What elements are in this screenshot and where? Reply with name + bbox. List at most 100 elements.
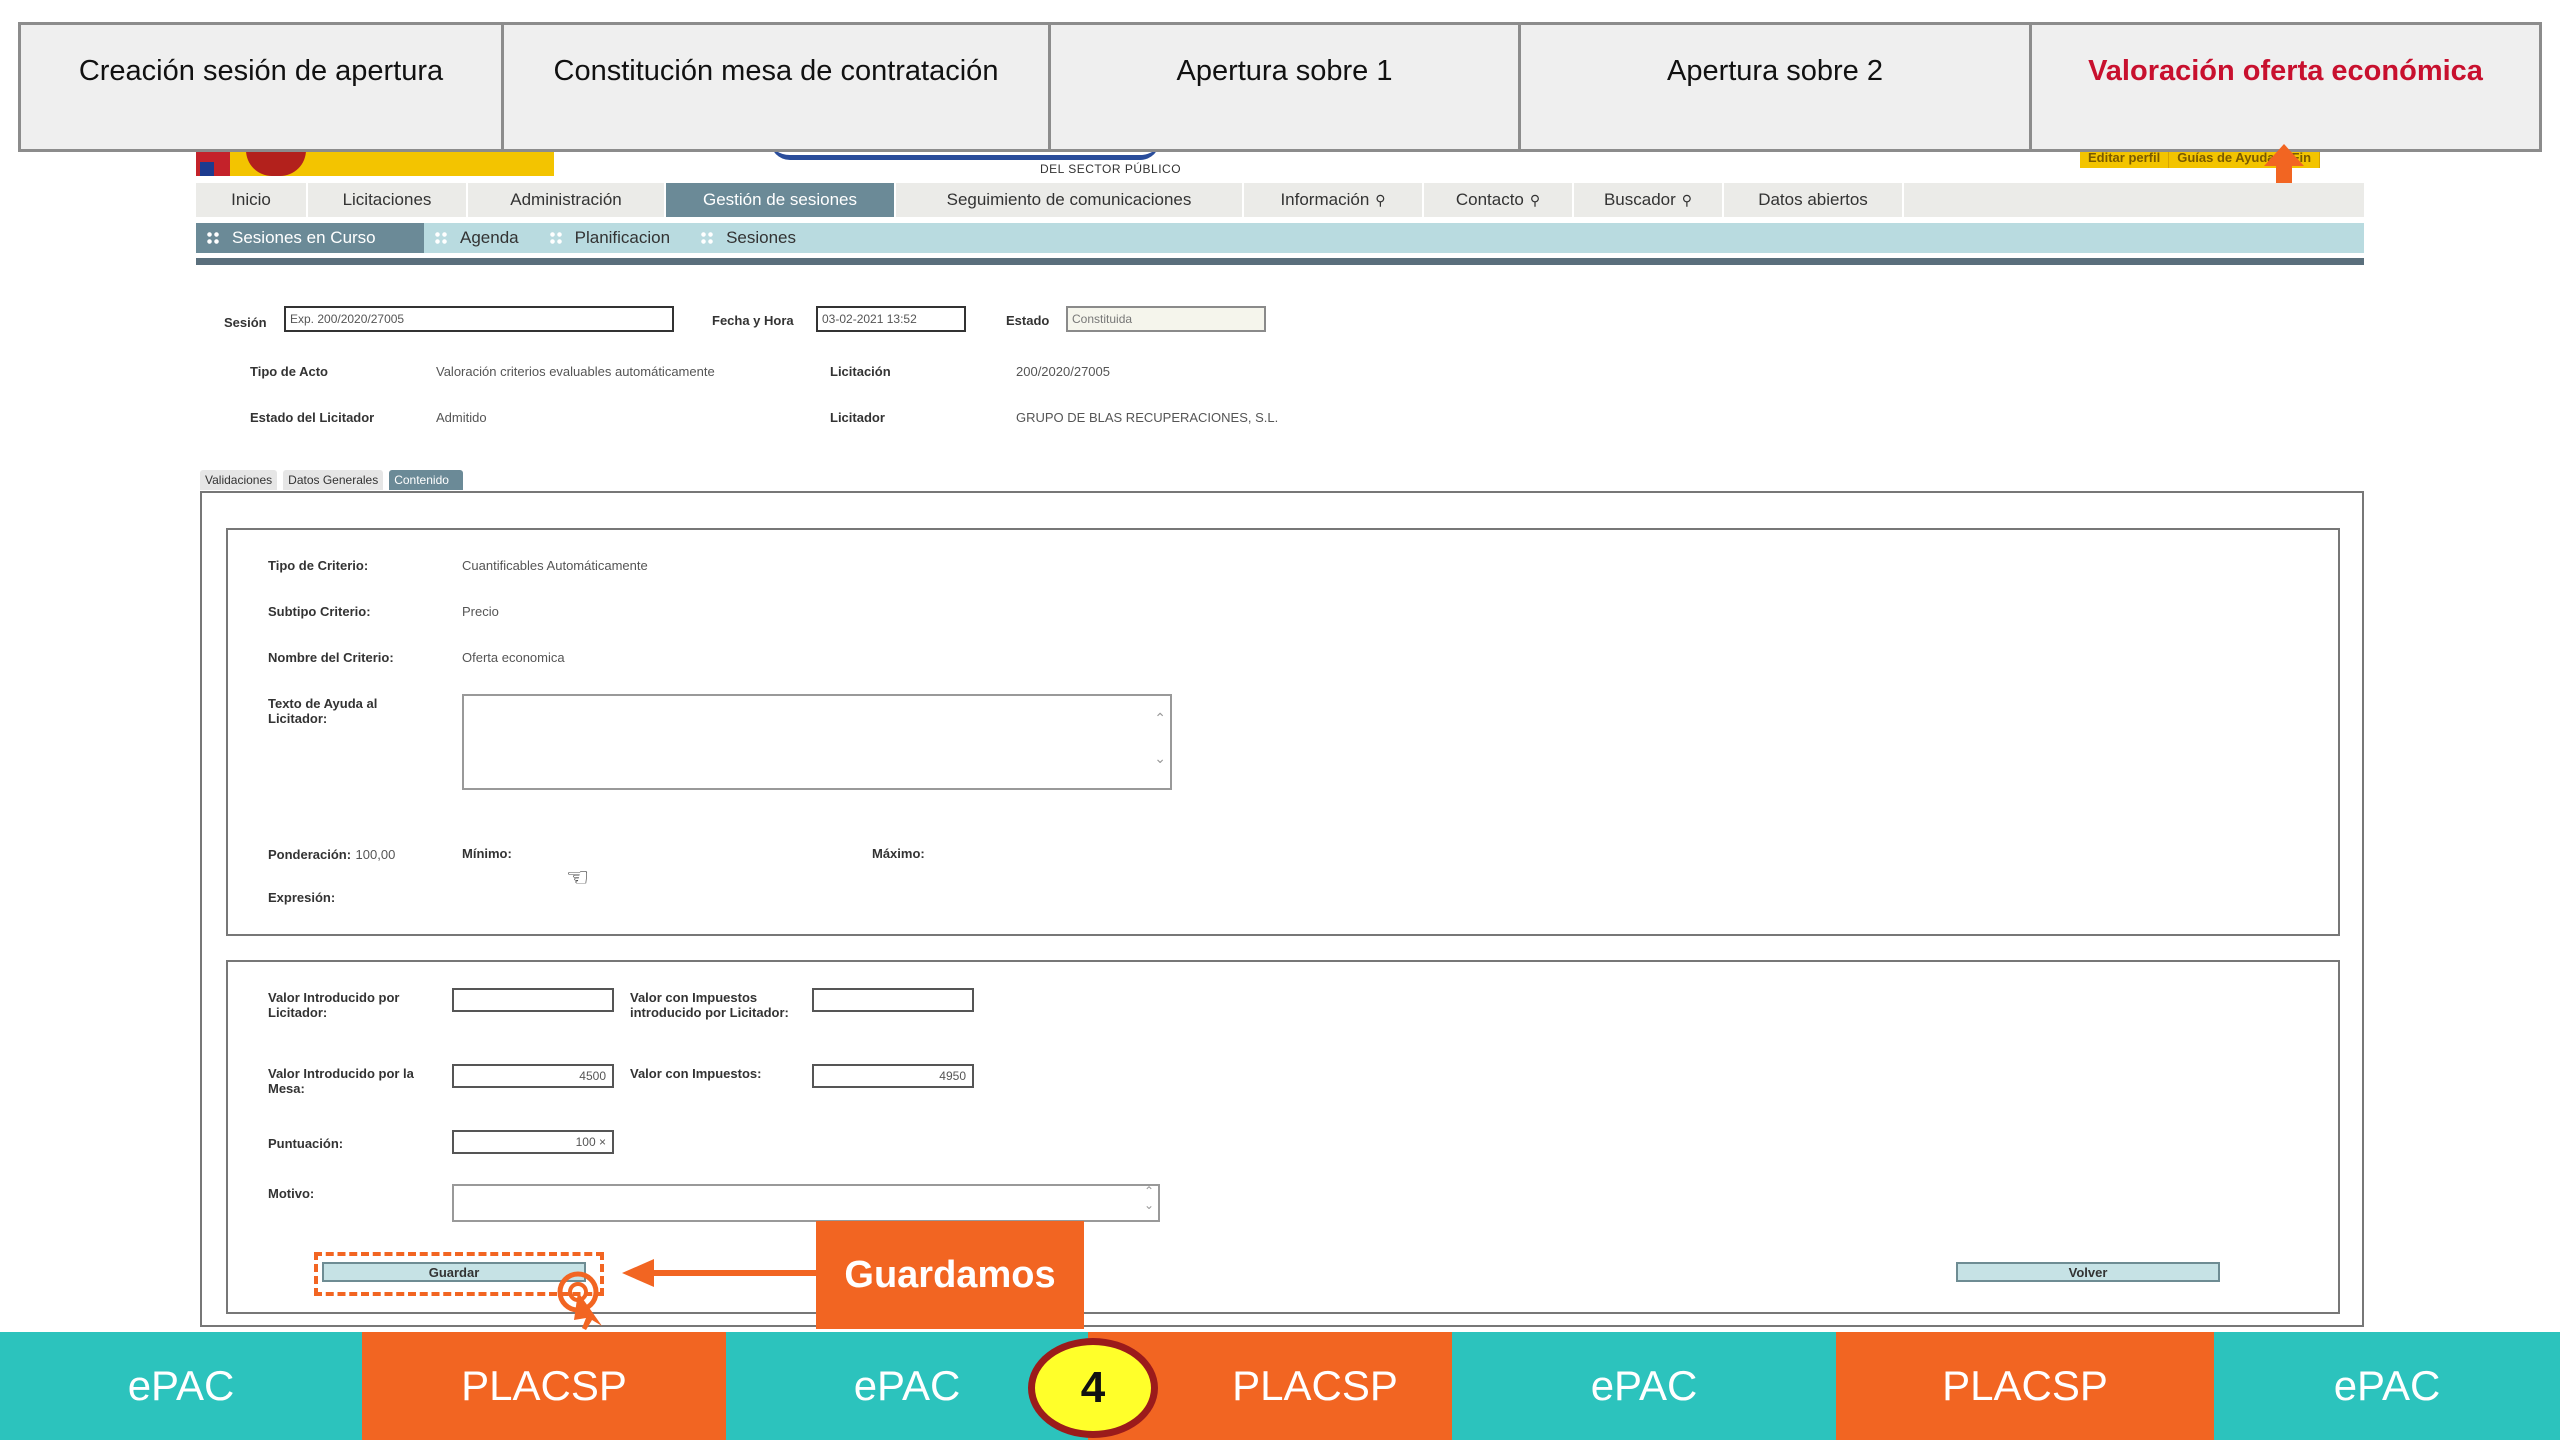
texto-ayuda-label: Texto de Ayuda al Licitador: xyxy=(268,696,378,726)
licitador-value: GRUPO DE BLAS RECUPERACIONES, S.L. xyxy=(1016,410,1279,425)
ponderacion-row: Ponderación: 100,00 xyxy=(268,846,395,864)
volver-button[interactable]: Volver xyxy=(1956,1262,2220,1282)
licitador-label: Licitador xyxy=(830,410,885,425)
sub-nav: Sesiones en Curso Agenda Planificacion S… xyxy=(196,223,2364,253)
scroll-up-icon[interactable]: ⌃ xyxy=(1154,710,1166,727)
subnav-agenda-label: Agenda xyxy=(460,228,519,247)
grip-icon xyxy=(206,231,220,245)
subnav-sesiones[interactable]: Sesiones xyxy=(690,223,816,253)
subnav-planificacion-label: Planificacion xyxy=(574,228,671,247)
expresion-label: Expresión: xyxy=(268,890,336,905)
step-constitucion-mesa: Constitución mesa de contratación xyxy=(504,25,1051,149)
valor-impuestos-licitador-field[interactable] xyxy=(812,988,974,1012)
licitacion-label: Licitación xyxy=(830,364,891,379)
nav-datos-abiertos[interactable]: Datos abiertos xyxy=(1724,183,1904,217)
slide: DEL SECTOR PÚBLICO Editar perfil Guías d… xyxy=(0,0,2560,1440)
step-number-badge: 4 xyxy=(1028,1338,1158,1438)
callout-guardamos: Guardamos xyxy=(816,1221,1084,1329)
valor-licitador-field[interactable] xyxy=(452,988,614,1012)
government-header-logo xyxy=(196,150,554,176)
valor-mesa-field[interactable]: 4500 xyxy=(452,1064,614,1088)
licitacion-value: 200/2020/27005 xyxy=(1016,364,1110,379)
valor-licitador-label: Valor Introducido por Licitador: xyxy=(268,990,400,1020)
motivo-textarea[interactable]: ⌃ ⌄ xyxy=(452,1184,1160,1222)
nav-inicio[interactable]: Inicio xyxy=(196,183,308,217)
nav-informacion-label: Información xyxy=(1280,190,1370,209)
main-nav: Inicio Licitaciones Administración Gesti… xyxy=(196,183,2364,217)
nav-contacto[interactable]: Contacto ⚲ xyxy=(1424,183,1574,217)
valor-impuestos-label: Valor con Impuestos: xyxy=(630,1066,762,1081)
tab-validaciones[interactable]: Validaciones xyxy=(200,470,278,490)
subnav-agenda[interactable]: Agenda xyxy=(424,223,539,253)
nav-seguimiento-comunicaciones[interactable]: Seguimiento de comunicaciones xyxy=(896,183,1244,217)
flow-epac: ePAC xyxy=(2214,1332,2560,1440)
flow-epac: ePAC xyxy=(1452,1332,1836,1440)
grip-icon xyxy=(548,231,563,245)
subnav-divider xyxy=(196,258,2364,265)
nombre-criterio-value: Oferta economica xyxy=(462,650,565,665)
scroll-up-icon[interactable]: ⌃ xyxy=(1144,1184,1154,1198)
tipo-criterio-value: Cuantificables Automáticamente xyxy=(462,558,648,573)
tipo-acto-label: Tipo de Acto xyxy=(250,364,328,379)
subnav-sesiones-label: Sesiones xyxy=(726,228,797,247)
hand-cursor-icon: ☜ xyxy=(566,862,590,892)
subtipo-criterio-value: Precio xyxy=(462,604,499,619)
callout-arrow-line xyxy=(652,1270,816,1276)
texto-ayuda-textarea[interactable]: ⌃ ⌄ xyxy=(462,694,1172,790)
valor-impuestos-licitador-label: Valor con Impuestos introducido por Lici… xyxy=(630,990,789,1020)
fecha-hora-field[interactable]: 03-02-2021 13:52 xyxy=(816,306,966,332)
subnav-sesiones-curso-label: Sesiones en Curso xyxy=(232,228,376,247)
nombre-criterio-label: Nombre del Criterio: xyxy=(268,650,394,665)
nav-buscador-label: Buscador xyxy=(1603,190,1676,209)
subnav-planificacion[interactable]: Planificacion xyxy=(539,223,690,253)
step-valoracion-oferta: Valoración oferta económica xyxy=(2088,55,2483,87)
estado-licitador-label: Estado del Licitador xyxy=(250,410,375,425)
scroll-down-icon[interactable]: ⌄ xyxy=(1144,1198,1154,1212)
estado-licitador-value: Admitido xyxy=(436,410,487,425)
search-icon: ⚲ xyxy=(1681,191,1693,208)
sesion-label: Sesión xyxy=(224,315,267,330)
scroll-down-icon[interactable]: ⌄ xyxy=(1154,750,1166,767)
nav-informacion[interactable]: Información ⚲ xyxy=(1244,183,1424,217)
step-creacion-sesion: Creación sesión de apertura xyxy=(21,25,504,149)
maximo-label: Máximo: xyxy=(872,846,925,861)
puntuacion-field[interactable]: 100 × xyxy=(452,1130,614,1154)
minimo-label: Mínimo: xyxy=(462,846,512,861)
arrow-left-icon xyxy=(622,1259,654,1287)
grip-icon xyxy=(434,231,448,245)
subnav-sesiones-curso[interactable]: Sesiones en Curso xyxy=(196,223,424,253)
fecha-hora-label: Fecha y Hora xyxy=(712,313,794,328)
nav-administracion[interactable]: Administración xyxy=(468,183,666,217)
workflow-bar: ePAC PLACSP ePAC PLACSP ePAC PLACSP ePAC xyxy=(0,1332,2560,1440)
ponderacion-label: Ponderación: xyxy=(268,847,352,862)
detail-tabs: Validaciones Datos Generales Contenido xyxy=(200,470,469,490)
search-icon: ⚲ xyxy=(1529,191,1541,208)
process-steps-bar: Creación sesión de apertura Constitución… xyxy=(18,22,2542,152)
flow-epac: ePAC xyxy=(0,1332,362,1440)
estado-field: Constituida xyxy=(1066,306,1266,332)
nav-contacto-label: Contacto xyxy=(1455,190,1524,209)
nav-licitaciones[interactable]: Licitaciones xyxy=(308,183,468,217)
flow-placsp: PLACSP xyxy=(362,1332,726,1440)
step-apertura-sobre-2: Apertura sobre 2 xyxy=(1521,25,2032,149)
subtipo-criterio-label: Subtipo Criterio: xyxy=(268,604,371,619)
tipo-acto-value: Valoración criterios evaluables automáti… xyxy=(436,364,715,379)
estado-label: Estado xyxy=(1006,313,1050,328)
step-apertura-sobre-1: Apertura sobre 1 xyxy=(1051,25,1521,149)
click-cursor-icon xyxy=(557,1271,602,1330)
puntuacion-label: Puntuación: xyxy=(268,1136,344,1151)
platform-logo-subtitle: DEL SECTOR PÚBLICO xyxy=(1040,162,1182,176)
nav-gestion-sesiones[interactable]: Gestión de sesiones xyxy=(666,183,896,217)
motivo-label: Motivo: xyxy=(268,1186,315,1201)
tab-datos-generales[interactable]: Datos Generales xyxy=(283,470,384,490)
valor-impuestos-field[interactable]: 4950 xyxy=(812,1064,974,1088)
sesion-field[interactable]: Exp. 200/2020/27005 xyxy=(284,306,674,332)
nav-buscador[interactable]: Buscador ⚲ xyxy=(1574,183,1724,217)
search-icon: ⚲ xyxy=(1375,191,1386,208)
tipo-criterio-label: Tipo de Criterio: xyxy=(268,558,369,573)
flow-placsp: PLACSP xyxy=(1836,1332,2214,1440)
valor-mesa-label: Valor Introducido por la Mesa: xyxy=(268,1066,414,1096)
tab-contenido[interactable]: Contenido xyxy=(389,470,463,490)
ponderacion-value: 100,00 xyxy=(355,847,396,862)
grip-icon xyxy=(700,231,715,245)
